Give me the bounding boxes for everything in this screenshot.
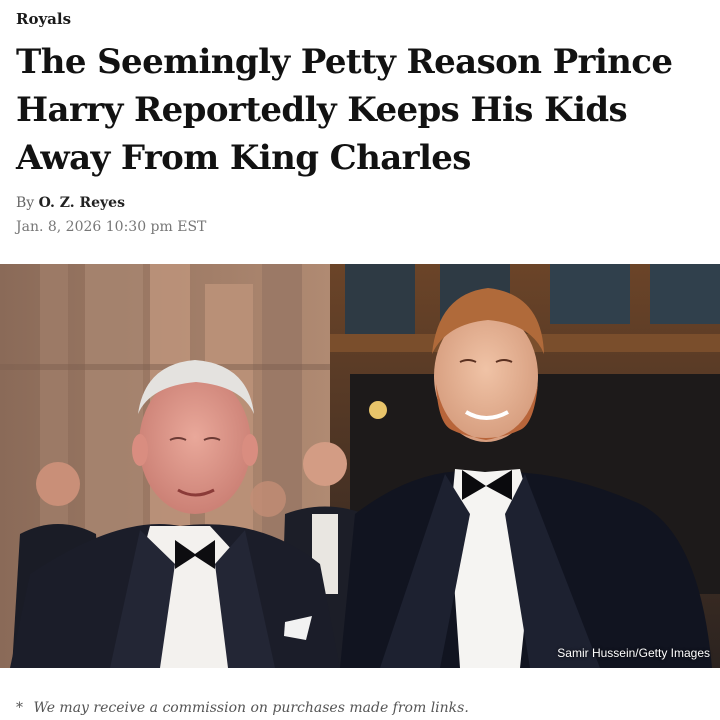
photo-credit: Samir Hussein/Getty Images bbox=[557, 646, 710, 660]
hero-image: Samir Hussein/Getty Images bbox=[0, 264, 720, 668]
disclaimer-marker: * bbox=[16, 700, 23, 716]
disclaimer-text: We may receive a commission on purchases… bbox=[33, 700, 469, 716]
category-link[interactable]: Royals bbox=[16, 10, 71, 28]
affiliate-disclaimer: * We may receive a commission on purchas… bbox=[16, 700, 469, 716]
article-headline: The Seemingly Petty Reason Prince Harry … bbox=[16, 42, 673, 178]
byline: By O. Z. Reyes bbox=[16, 195, 125, 211]
hero-photo-illustration bbox=[0, 264, 720, 668]
byline-prefix: By bbox=[16, 195, 35, 211]
publish-date: Jan. 8, 2026 10:30 pm EST bbox=[16, 219, 207, 235]
author-link[interactable]: O. Z. Reyes bbox=[39, 195, 125, 211]
